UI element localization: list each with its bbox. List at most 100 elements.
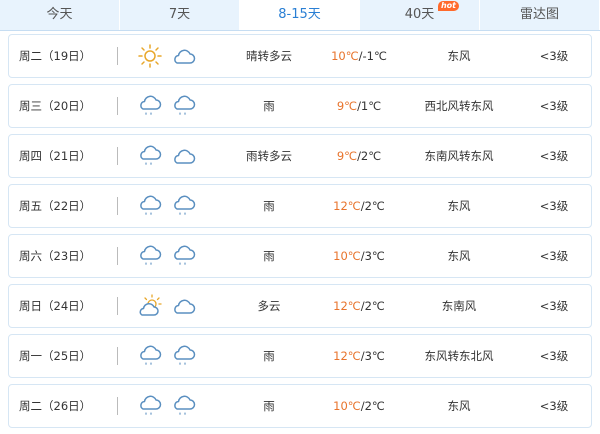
condition-text: 雨 [263, 249, 275, 263]
partly-cloudy-icon [137, 293, 163, 319]
condition-text: 雨 [263, 99, 275, 113]
rain-icon [171, 393, 197, 419]
tab-label: 雷达图 [519, 7, 559, 22]
forecast-list: 周二（19日） 晴转多云 10℃/-1℃ 东风 <3级 周三（20日） 雨 9℃/… [0, 34, 600, 434]
divider [117, 247, 118, 265]
wind-direction: 东风转东北风 [424, 349, 494, 363]
tab-1[interactable]: 7天 [120, 0, 240, 30]
weather-icons [137, 343, 207, 369]
wind-direction: 西北风转东风 [424, 99, 494, 113]
condition-text: 雨转多云 [246, 149, 292, 163]
wind-direction: 东南风转东风 [424, 149, 494, 163]
rain-icon [137, 93, 163, 119]
temp-high: 9℃ [336, 149, 358, 163]
divider [117, 47, 118, 65]
day-label: 周五（22日） [19, 199, 92, 213]
condition-text: 雨 [263, 399, 275, 413]
temp-low: /2℃ [357, 149, 382, 163]
day-label: 周六（23日） [19, 249, 92, 263]
wind-direction: 东风 [447, 249, 471, 263]
tab-0[interactable]: 今天 [0, 0, 120, 30]
temperature: 9℃/2℃ [319, 135, 399, 177]
forecast-row: 周六（23日） 雨 10℃/3℃ 东风 <3级 [8, 234, 592, 278]
temp-high: 9℃ [336, 99, 358, 113]
wind-level: <3级 [539, 149, 569, 163]
temperature: 12℃/3℃ [319, 335, 399, 377]
tab-label: 40天 [404, 7, 435, 22]
tab-label: 7天 [168, 7, 191, 22]
divider [117, 197, 118, 215]
temperature: 10℃/-1℃ [319, 35, 399, 77]
temp-low: /3℃ [360, 349, 385, 363]
weather-icons [137, 393, 207, 419]
tab-label: 今天 [46, 7, 73, 22]
weather-icons [137, 93, 207, 119]
divider [117, 297, 118, 315]
temp-low: /-1℃ [358, 49, 387, 63]
wind-level: <3级 [539, 299, 569, 313]
temp-low: /2℃ [360, 199, 385, 213]
tab-label: 8-15天 [278, 7, 321, 22]
divider [117, 97, 118, 115]
temp-high: 10℃ [333, 399, 361, 413]
divider [117, 397, 118, 415]
temp-high: 12℃ [333, 199, 361, 213]
temperature: 10℃/2℃ [319, 385, 399, 427]
forecast-row: 周二（19日） 晴转多云 10℃/-1℃ 东风 <3级 [8, 34, 592, 78]
temp-low: /3℃ [360, 249, 385, 263]
weather-icons [137, 43, 207, 69]
sun-icon [137, 43, 163, 69]
day-label: 周三（20日） [19, 99, 92, 113]
condition-text: 晴转多云 [246, 49, 292, 63]
rain-icon [137, 393, 163, 419]
temperature: 10℃/3℃ [319, 235, 399, 277]
forecast-row: 周一（25日） 雨 12℃/3℃ 东风转东北风 <3级 [8, 334, 592, 378]
rain-icon [171, 343, 197, 369]
rain-icon [137, 243, 163, 269]
wind-level: <3级 [539, 349, 569, 363]
tab-4[interactable]: 雷达图 [480, 0, 600, 30]
forecast-row: 周四（21日） 雨转多云 9℃/2℃ 东南风转东风 <3级 [8, 134, 592, 178]
rain-icon [171, 243, 197, 269]
temperature: 12℃/2℃ [319, 185, 399, 227]
weather-icons [137, 193, 207, 219]
wind-level: <3级 [539, 249, 569, 263]
day-label: 周四（21日） [19, 149, 92, 163]
cloud-icon [171, 43, 197, 69]
condition-text: 雨 [263, 199, 275, 213]
temp-low: /1℃ [357, 99, 382, 113]
wind-direction: 东南风 [441, 299, 477, 313]
weather-icons [137, 293, 207, 319]
day-label: 周二（26日） [19, 399, 92, 413]
wind-level: <3级 [539, 199, 569, 213]
temp-low: /2℃ [360, 299, 385, 313]
temp-high: 12℃ [333, 299, 361, 313]
weather-icons [137, 143, 207, 169]
wind-level: <3级 [539, 99, 569, 113]
day-label: 周二（19日） [19, 49, 92, 63]
forecast-row: 周五（22日） 雨 12℃/2℃ 东风 <3级 [8, 184, 592, 228]
divider [117, 147, 118, 165]
wind-level: <3级 [539, 399, 569, 413]
temperature: 9℃/1℃ [319, 85, 399, 127]
forecast-row: 周二（26日） 雨 10℃/2℃ 东风 <3级 [8, 384, 592, 428]
cloud-icon [171, 143, 197, 169]
divider [117, 347, 118, 365]
temp-low: /2℃ [360, 399, 385, 413]
tab-3[interactable]: 40天 hot [360, 0, 480, 30]
forecast-row: 周日（24日） 多云 12℃/2℃ 东南风 <3级 [8, 284, 592, 328]
forecast-tabs: 今天 7天 8-15天 40天 hot 雷达图 [0, 0, 600, 31]
day-label: 周日（24日） [19, 299, 92, 313]
weather-icons [137, 243, 207, 269]
temp-high: 10℃ [333, 249, 361, 263]
temp-high: 10℃ [331, 49, 359, 63]
wind-direction: 东风 [447, 49, 471, 63]
rain-icon [137, 343, 163, 369]
rain-icon [137, 143, 163, 169]
forecast-row: 周三（20日） 雨 9℃/1℃ 西北风转东风 <3级 [8, 84, 592, 128]
cloud-icon [171, 293, 197, 319]
tab-2[interactable]: 8-15天 [240, 0, 360, 30]
temp-high: 12℃ [333, 349, 361, 363]
temperature: 12℃/2℃ [319, 285, 399, 327]
wind-level: <3级 [539, 49, 569, 63]
